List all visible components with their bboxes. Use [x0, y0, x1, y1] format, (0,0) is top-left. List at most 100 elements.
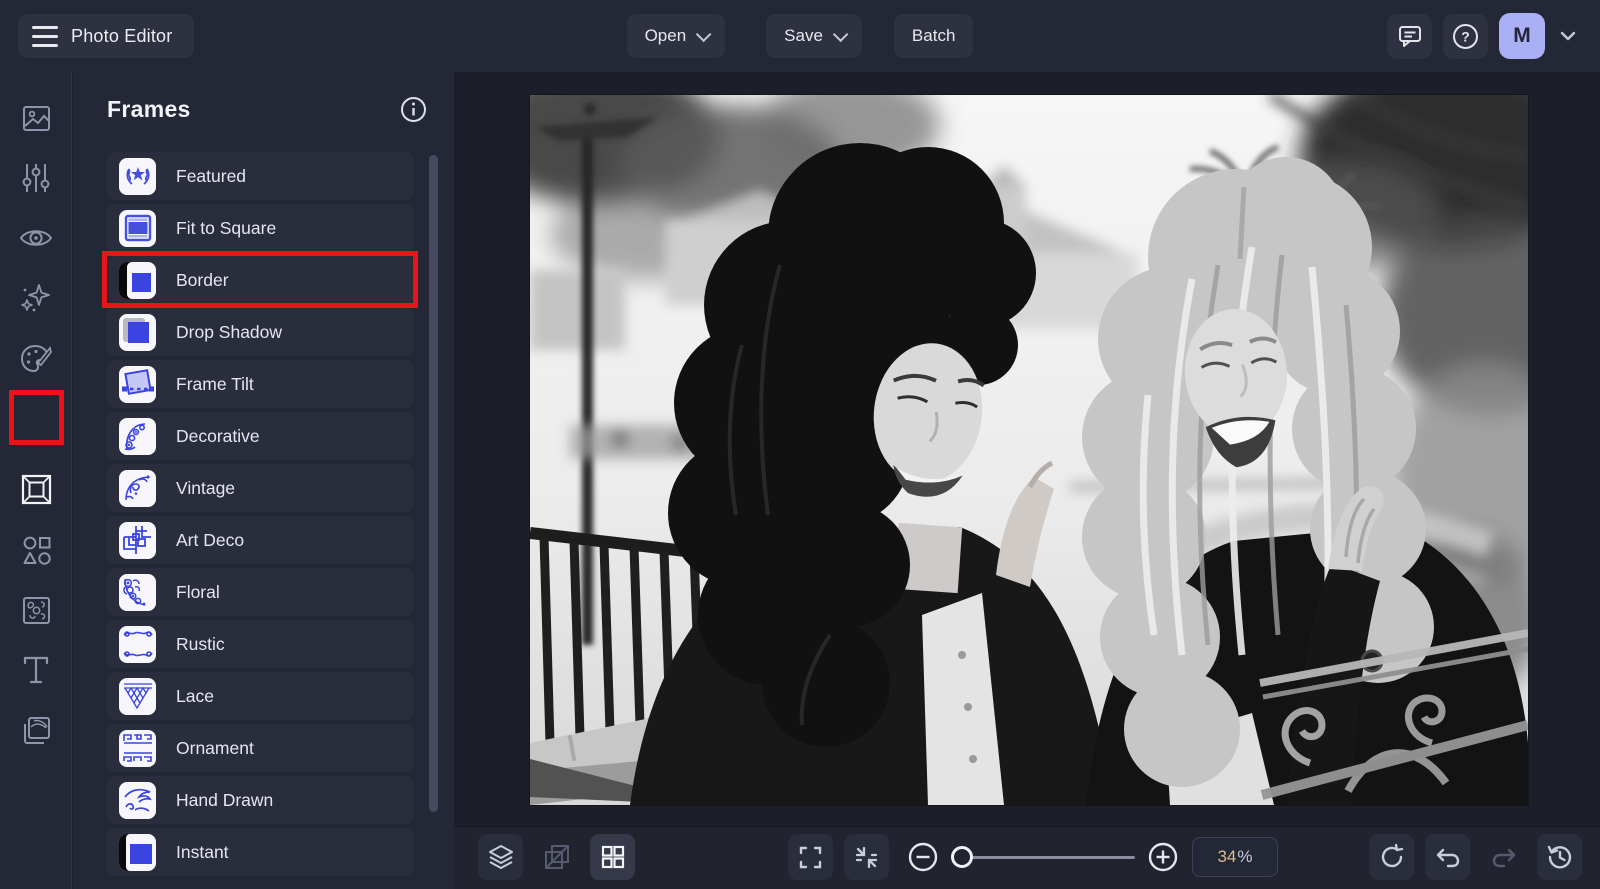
fit-screen-icon [855, 846, 878, 868]
compare-button[interactable] [534, 834, 579, 880]
sidebar-item-artsy[interactable] [0, 330, 72, 386]
frames-item-label: Decorative [176, 425, 260, 446]
help-button[interactable]: ? [1443, 13, 1488, 59]
undo-button[interactable] [1425, 834, 1470, 880]
history-button[interactable] [1537, 834, 1582, 880]
account-menu-button[interactable] [1556, 26, 1580, 46]
frames-item-hand-drawn[interactable]: Hand Drawn [107, 776, 414, 824]
frames-item-label: Hand Drawn [176, 789, 274, 810]
sidebar-item-effects[interactable] [0, 270, 72, 326]
frames-item-label: Border [176, 269, 229, 290]
zoom-in-button[interactable] [1140, 834, 1185, 880]
frames-item-label: Frame Tilt [176, 373, 254, 394]
vintage-flourish-icon [124, 475, 150, 501]
sidebar-item-overlays[interactable] [0, 582, 72, 638]
panel-title: Frames [107, 96, 191, 122]
floral-corner-icon [122, 578, 145, 606]
frames-info-button[interactable] [400, 96, 427, 123]
grid-view-button[interactable] [590, 834, 635, 880]
reset-icon [1381, 843, 1403, 868]
rustic-scroll-icon [122, 631, 153, 657]
layers-copy-icon [23, 716, 50, 744]
frames-item-border[interactable]: Border [107, 256, 414, 304]
border-frame-icon [119, 261, 156, 299]
palette-icon [20, 344, 52, 372]
sidebar-item-frames[interactable] [0, 461, 72, 517]
sidebar-item-graphics[interactable] [0, 522, 72, 578]
help-icon: ? [1453, 23, 1478, 49]
zoom-level-unit: % [1237, 847, 1253, 866]
zoom-slider[interactable] [951, 846, 1135, 868]
photo-image[interactable] [530, 95, 1528, 805]
panel-scrollbar[interactable] [429, 155, 438, 812]
laurel-star-icon [125, 167, 150, 185]
sidebar-item-textures[interactable] [0, 702, 72, 758]
frames-item-decorative[interactable]: Decorative [107, 412, 414, 460]
avatar[interactable]: M [1499, 13, 1545, 59]
ornament-meander-icon [122, 734, 152, 762]
zoom-slider-knob[interactable] [951, 846, 973, 868]
art-deco-icon [122, 526, 151, 554]
frames-item-label: Instant [176, 841, 229, 862]
sidebar-item-adjust[interactable] [0, 150, 72, 206]
fullscreen-icon [799, 846, 822, 868]
info-icon [401, 97, 426, 122]
text-icon [23, 656, 49, 684]
top-bar: Photo Editor Open Save Batch ? M [0, 0, 1600, 72]
sidebar-item-touchup[interactable] [0, 210, 72, 266]
zoom-in-icon [1148, 842, 1177, 872]
layers-icon [488, 845, 513, 869]
sidebar-item-text[interactable] [0, 642, 72, 698]
layers-button[interactable] [478, 834, 523, 880]
zoom-level-value: 34 [1217, 847, 1237, 866]
fit-square-icon [124, 214, 151, 242]
main-menu-button[interactable]: Photo Editor [18, 14, 195, 58]
frames-item-ornament[interactable]: Ornament [107, 724, 414, 772]
frames-item-label: Fit to Square [176, 217, 277, 238]
frames-item-lace[interactable]: Lace [107, 672, 414, 720]
frames-item-label: Floral [176, 581, 220, 602]
adjust-sliders-icon [22, 164, 50, 192]
frames-item-label: Rustic [176, 633, 225, 654]
frames-item-drop-shadow[interactable]: Drop Shadow [107, 308, 414, 356]
zoom-out-icon [908, 842, 937, 872]
frames-item-label: Art Deco [176, 529, 245, 550]
zoom-level-input[interactable]: 34 % [1192, 837, 1278, 877]
undo-icon [1436, 848, 1459, 868]
grid-view-icon [601, 845, 624, 869]
overlay-texture-icon [22, 596, 50, 624]
photo-artwork [530, 95, 1528, 805]
frames-panel: Frames Featured Fit to Square Border Dro… [73, 72, 454, 889]
decorative-corner-icon [124, 423, 145, 451]
frames-item-fit-to-square[interactable]: Fit to Square [107, 204, 414, 252]
chevron-down-icon [1560, 31, 1576, 41]
sparkles-icon [21, 284, 50, 312]
frames-item-frame-tilt[interactable]: Frame Tilt [107, 360, 414, 408]
tool-sidebar [0, 72, 72, 889]
frames-item-art-deco[interactable]: Art Deco [107, 516, 414, 564]
open-button-label: Open [644, 26, 687, 45]
chevron-down-icon [832, 26, 849, 42]
app-title: Photo Editor [71, 25, 173, 46]
save-button-label: Save [784, 26, 823, 45]
frames-item-vintage[interactable]: Vintage [107, 464, 414, 512]
instant-polaroid-icon [119, 833, 156, 871]
open-button[interactable]: Open [626, 14, 726, 58]
fit-screen-button[interactable] [844, 834, 889, 880]
shapes-icon [23, 536, 51, 565]
save-button[interactable]: Save [766, 14, 862, 58]
sidebar-item-edit[interactable] [0, 90, 72, 146]
lace-icon [123, 683, 152, 710]
reset-button[interactable] [1369, 834, 1414, 880]
frames-item-featured[interactable]: Featured [107, 152, 414, 200]
redo-button[interactable] [1481, 834, 1526, 880]
fullscreen-button[interactable] [788, 834, 833, 880]
chat-icon [1398, 26, 1421, 47]
frames-item-rustic[interactable]: Rustic [107, 620, 414, 668]
svg-text:?: ? [1461, 28, 1470, 44]
frames-item-instant[interactable]: Instant [107, 828, 414, 876]
frames-item-floral[interactable]: Floral [107, 568, 414, 616]
batch-button[interactable]: Batch [893, 14, 974, 58]
feedback-chat-button[interactable] [1387, 13, 1432, 59]
zoom-out-button[interactable] [900, 834, 945, 880]
